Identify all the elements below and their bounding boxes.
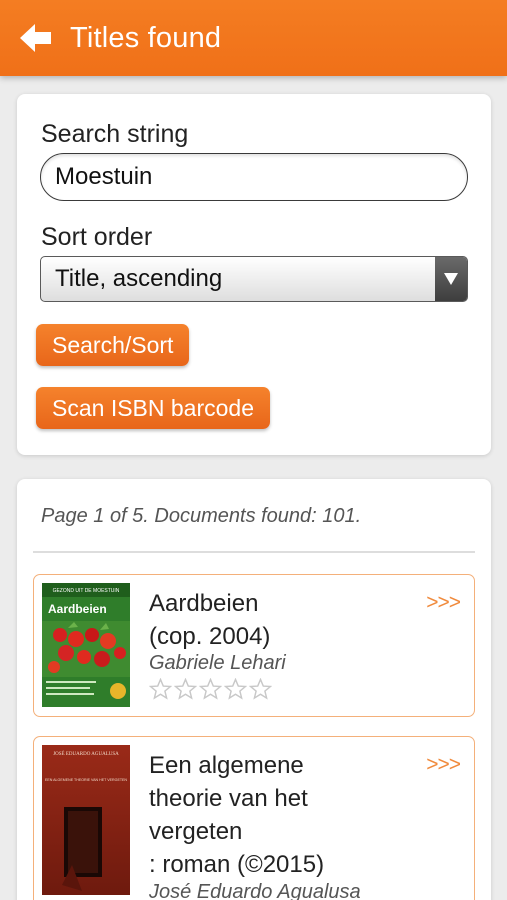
- sort-order-value: Title, ascending: [55, 265, 223, 292]
- result-author: José Eduardo Agualusa: [149, 881, 361, 900]
- search-string-label: Search string: [41, 120, 189, 148]
- scan-isbn-button[interactable]: Scan ISBN barcode: [36, 387, 271, 429]
- star-outline-icon: [199, 678, 222, 700]
- page-info: Page 1 of 5. Documents found: 101.: [41, 505, 362, 527]
- star-outline-icon: [174, 678, 197, 700]
- search-sort-button[interactable]: Search/Sort: [36, 324, 190, 366]
- more-link[interactable]: >>>: [426, 591, 461, 615]
- svg-text:Aardbeien: Aardbeien: [48, 602, 107, 616]
- title-line: : roman (©2015): [149, 851, 325, 878]
- title-line: (cop. 2004): [149, 623, 271, 650]
- search-panel: Search string Sort order Title, ascendin…: [17, 94, 491, 455]
- star-outline-icon: [249, 678, 272, 700]
- svg-text:JOSÉ EDUARDO AGUALUSA: JOSÉ EDUARDO AGUALUSA: [53, 751, 119, 757]
- title-line: theorie van het: [149, 785, 308, 812]
- divider: [33, 551, 475, 553]
- sort-order-select[interactable]: Title, ascending: [40, 256, 468, 302]
- svg-text:GEZOND UIT DE MOESTUIN: GEZOND UIT DE MOESTUIN: [53, 588, 120, 594]
- title-line: vergeten: [149, 818, 243, 845]
- title-line: Een algemene: [149, 752, 304, 779]
- more-link[interactable]: >>>: [426, 753, 461, 777]
- result-item-aardbeien[interactable]: GEZOND UIT DE MOESTUIN Aardbeien Aardbei…: [33, 574, 475, 717]
- star-outline-icon: [224, 678, 247, 700]
- book-cover: GEZOND UIT DE MOESTUIN Aardbeien: [42, 583, 130, 707]
- result-title: Aardbeien (cop. 2004): [149, 587, 399, 653]
- search-string-input[interactable]: [40, 153, 468, 201]
- svg-text:EEN ALGEMENE THEORIE VAN HET V: EEN ALGEMENE THEORIE VAN HET VERGETEN: [45, 778, 127, 782]
- result-title: Een algemene theorie van het vergeten : …: [149, 749, 399, 881]
- rating-stars: [149, 678, 272, 700]
- book-cover: JOSÉ EDUARDO AGUALUSA EEN ALGEMENE THEOR…: [42, 745, 130, 895]
- chevron-down-icon: [435, 257, 467, 301]
- arrow-left-icon: [20, 24, 51, 52]
- page-title: Titles found: [70, 21, 222, 54]
- star-outline-icon: [149, 678, 172, 700]
- app-header: Titles found: [0, 0, 507, 76]
- result-item-algemene-theorie[interactable]: JOSÉ EDUARDO AGUALUSA EEN ALGEMENE THEOR…: [33, 736, 475, 900]
- result-author: Gabriele Lehari: [149, 652, 286, 674]
- sort-order-label: Sort order: [41, 223, 153, 251]
- title-line: Aardbeien: [149, 590, 259, 617]
- back-button[interactable]: [16, 18, 56, 58]
- results-panel: Page 1 of 5. Documents found: 101. GEZON…: [17, 479, 491, 900]
